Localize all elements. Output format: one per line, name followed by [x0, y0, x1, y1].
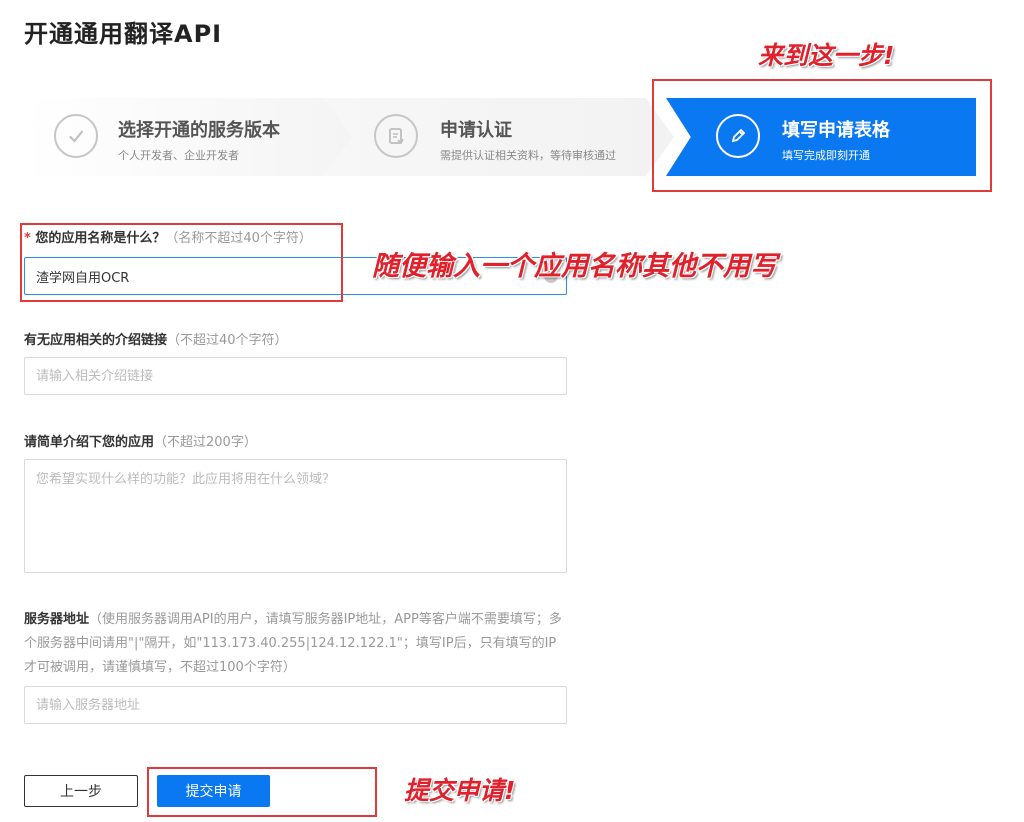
intro-hint: （不超过200字） — [154, 435, 257, 450]
annotation-name: 随便输入一个应用名称其他不用写 — [372, 251, 777, 282]
server-label-text: 服务器地址 — [24, 612, 90, 627]
annotation-submit: 提交申请! — [404, 776, 516, 805]
step-title: 申请认证 — [440, 120, 512, 141]
page-title: 开通通用翻译API — [24, 20, 223, 48]
step-subtitle: 个人开发者、企业开发者 — [118, 149, 239, 162]
server-label: 服务器地址（使用服务器调用API的用户，请填写服务器IP地址，APP等客户端不需… — [24, 608, 569, 680]
link-input[interactable] — [24, 357, 567, 395]
annotation-box-step — [652, 79, 992, 192]
intro-textarea[interactable] — [24, 459, 567, 573]
link-label: 有无应用相关的介绍链接（不超过40个字符） — [24, 329, 288, 348]
intro-label: 请简单介绍下您的应用（不超过200字） — [24, 431, 257, 450]
server-input[interactable] — [24, 686, 567, 724]
annotation-box-submit — [147, 767, 377, 817]
link-hint: （不超过40个字符） — [167, 333, 288, 348]
step-subtitle: 需提供认证相关资料，等待审核通过 — [440, 149, 616, 162]
document-icon — [374, 114, 418, 158]
step-select-version: 选择开通的服务版本 个人开发者、企业开发者 — [24, 98, 354, 176]
prev-button[interactable]: 上一步 — [24, 775, 138, 807]
link-label-text: 有无应用相关的介绍链接 — [24, 333, 168, 348]
annotation-step: 来到这一步! — [758, 41, 895, 70]
server-hint: （使用服务器调用API的用户，请填写服务器IP地址，APP等客户端不需要填写；多… — [24, 612, 562, 675]
step-apply-auth: 申请认证 需提供认证相关资料，等待审核通过 — [324, 98, 674, 176]
annotation-box-name — [20, 223, 343, 302]
step-title: 选择开通的服务版本 — [118, 120, 280, 141]
intro-label-text: 请简单介绍下您的应用 — [24, 435, 155, 450]
check-icon — [54, 114, 98, 158]
